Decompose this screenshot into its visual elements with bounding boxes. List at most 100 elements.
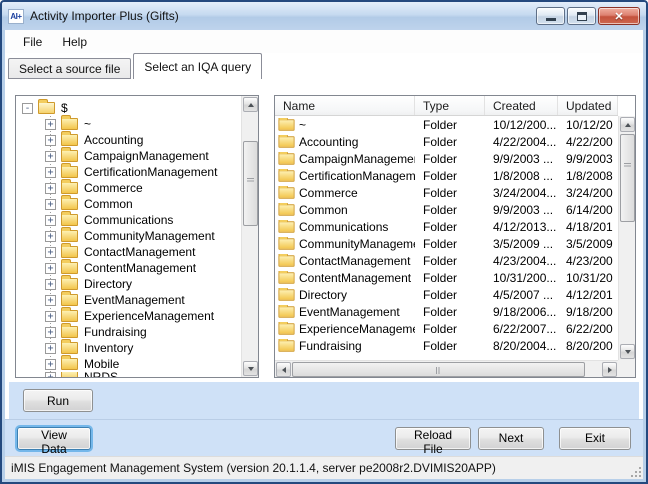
- view-data-button[interactable]: View Data: [17, 427, 91, 450]
- expand-expander-icon[interactable]: +: [45, 215, 56, 226]
- table-row[interactable]: Commerce Folder 3/24/2004... 3/24/200: [275, 184, 618, 201]
- table-row[interactable]: EventManagement Folder 9/18/2006... 9/18…: [275, 303, 618, 320]
- expand-expander-icon[interactable]: +: [45, 343, 56, 354]
- column-header-created[interactable]: Created: [485, 96, 558, 115]
- column-header-type[interactable]: Type: [415, 96, 485, 115]
- scroll-down-button[interactable]: [243, 361, 258, 376]
- folder-icon: [278, 136, 294, 147]
- run-button[interactable]: Run: [23, 389, 93, 412]
- table-row[interactable]: CertificationManagement Folder 1/8/2008 …: [275, 167, 618, 184]
- tree-item[interactable]: + CertificationManagement: [16, 164, 241, 180]
- tree-item[interactable]: + Inventory: [16, 340, 241, 356]
- row-name-label: ExperienceManagement: [299, 322, 415, 336]
- column-header-updated[interactable]: Updated: [558, 96, 618, 115]
- collapse-expander-icon[interactable]: -: [22, 103, 33, 114]
- tree-item[interactable]: + ContentManagement: [16, 260, 241, 276]
- tree-item[interactable]: + Fundraising: [16, 324, 241, 340]
- expand-expander-icon[interactable]: +: [45, 359, 56, 370]
- table-row[interactable]: Directory Folder 4/5/2007 ... 4/12/201: [275, 286, 618, 303]
- tree-item-label: Mobile: [84, 357, 119, 371]
- row-name-label: CertificationManagement: [299, 169, 415, 183]
- tree-item[interactable]: + Common: [16, 196, 241, 212]
- expand-expander-icon[interactable]: +: [45, 295, 56, 306]
- tree-item[interactable]: + CommunityManagement: [16, 228, 241, 244]
- tree-item[interactable]: + Accounting: [16, 132, 241, 148]
- tree-item[interactable]: + ExperienceManagement: [16, 308, 241, 324]
- tree-item[interactable]: + Communications: [16, 212, 241, 228]
- folder-icon: [278, 238, 294, 249]
- tab-select-iqa-query[interactable]: Select an IQA query: [133, 53, 262, 79]
- tree-item[interactable]: + ~: [16, 116, 241, 132]
- resize-grip-icon[interactable]: [631, 467, 641, 477]
- row-name-label: CampaignManagement: [299, 152, 415, 166]
- column-header-name[interactable]: Name: [275, 96, 415, 115]
- menu-help[interactable]: Help: [52, 32, 97, 52]
- iqa-folder-tree: - $ + ~ + Accounting + CampaignManagemen…: [15, 95, 259, 378]
- table-row[interactable]: CampaignManagement Folder 9/9/2003 ... 9…: [275, 150, 618, 167]
- row-created-cell: 6/22/2007...: [485, 322, 558, 336]
- tree-item-label: Commerce: [84, 181, 143, 195]
- scroll-down-button[interactable]: [620, 344, 635, 359]
- tree-item[interactable]: + ContactManagement: [16, 244, 241, 260]
- table-row[interactable]: Common Folder 9/9/2003 ... 6/14/200: [275, 201, 618, 218]
- scrollbar-thumb[interactable]: [243, 141, 258, 226]
- tree-vertical-scrollbar[interactable]: [241, 96, 258, 377]
- menu-file[interactable]: File: [13, 32, 52, 52]
- expand-expander-icon[interactable]: +: [45, 279, 56, 290]
- tree-item[interactable]: + EventManagement: [16, 292, 241, 308]
- tree-item[interactable]: + Mobile: [16, 356, 241, 372]
- tree-item-root[interactable]: - $: [16, 100, 241, 116]
- tree-item[interactable]: + CampaignManagement: [16, 148, 241, 164]
- row-type-cell: Folder: [415, 203, 485, 217]
- expand-expander-icon[interactable]: +: [45, 263, 56, 274]
- expand-expander-icon[interactable]: +: [45, 372, 56, 377]
- folder-icon: [61, 150, 78, 162]
- expand-expander-icon[interactable]: +: [45, 167, 56, 178]
- reload-file-button[interactable]: Reload File: [395, 427, 471, 450]
- exit-button[interactable]: Exit: [559, 427, 631, 450]
- table-row[interactable]: ~ Folder 10/12/200... 10/12/20: [275, 116, 618, 133]
- scroll-right-button[interactable]: [602, 362, 617, 377]
- table-row[interactable]: ContentManagement Folder 10/31/200... 10…: [275, 269, 618, 286]
- thumb-grip-icon: [247, 178, 254, 183]
- list-vertical-scrollbar[interactable]: [618, 116, 635, 360]
- list-horizontal-scrollbar[interactable]: [275, 360, 618, 377]
- row-name-cell: EventManagement: [275, 305, 415, 319]
- tree-item[interactable]: + Directory: [16, 276, 241, 292]
- tree-item[interactable]: + NRDS: [16, 372, 241, 377]
- maximize-button[interactable]: [567, 7, 596, 25]
- expand-expander-icon[interactable]: +: [45, 135, 56, 146]
- close-button[interactable]: ✕: [598, 7, 640, 25]
- table-row[interactable]: Accounting Folder 4/22/2004... 4/22/200: [275, 133, 618, 150]
- folder-icon: [278, 153, 294, 164]
- scroll-up-button[interactable]: [243, 97, 258, 112]
- table-row[interactable]: ExperienceManagement Folder 6/22/2007...…: [275, 320, 618, 337]
- tree-item-label: EventManagement: [84, 293, 185, 307]
- tab-select-source-file[interactable]: Select a source file: [8, 58, 131, 79]
- scroll-left-button[interactable]: [276, 362, 291, 377]
- expand-expander-icon[interactable]: +: [45, 231, 56, 242]
- table-row[interactable]: Fundraising Folder 8/20/2004... 8/20/200: [275, 337, 618, 354]
- next-button[interactable]: Next: [478, 427, 544, 450]
- scroll-up-button[interactable]: [620, 117, 635, 132]
- expand-expander-icon[interactable]: +: [45, 119, 56, 130]
- scrollbar-thumb[interactable]: [620, 134, 635, 222]
- tree-item-label: Directory: [84, 277, 132, 291]
- table-row[interactable]: CommunityManagement Folder 3/5/2009 ... …: [275, 235, 618, 252]
- tree-item-label: CampaignManagement: [84, 149, 209, 163]
- tree-item[interactable]: + Commerce: [16, 180, 241, 196]
- expand-expander-icon[interactable]: +: [45, 247, 56, 258]
- expand-expander-icon[interactable]: +: [45, 199, 56, 210]
- row-type-cell: Folder: [415, 220, 485, 234]
- minimize-button[interactable]: [536, 7, 565, 25]
- folder-icon: [278, 170, 294, 181]
- table-row[interactable]: Communications Folder 4/12/2013... 4/18/…: [275, 218, 618, 235]
- expand-expander-icon[interactable]: +: [45, 311, 56, 322]
- expand-expander-icon[interactable]: +: [45, 327, 56, 338]
- table-row[interactable]: ContactManagement Folder 4/23/2004... 4/…: [275, 252, 618, 269]
- row-created-cell: 9/9/2003 ...: [485, 152, 558, 166]
- scrollbar-thumb[interactable]: [292, 362, 585, 377]
- expand-expander-icon[interactable]: +: [45, 151, 56, 162]
- expand-expander-icon[interactable]: +: [45, 183, 56, 194]
- title-bar[interactable]: AI+ Activity Importer Plus (Gifts) ✕: [2, 2, 646, 30]
